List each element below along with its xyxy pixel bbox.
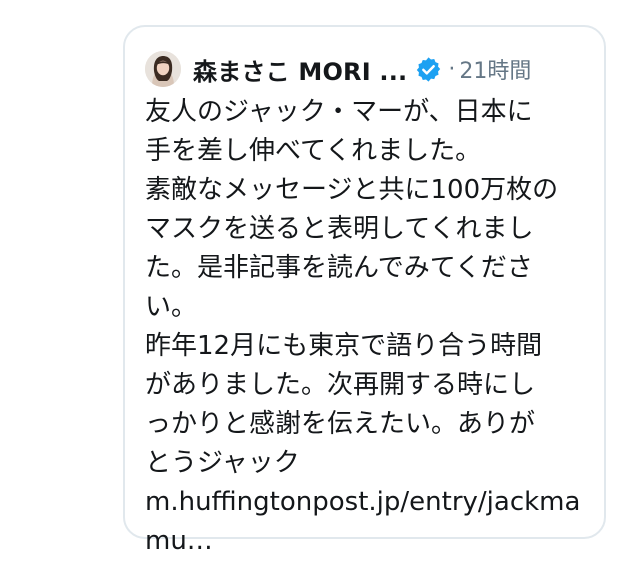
avatar[interactable] [145, 51, 181, 87]
tweet-link-line-2: mu… [145, 526, 213, 556]
tweet-body: 友人のジャック・マーが、日本に 手を差し伸べてくれました。 素敵なメッセージと共… [145, 93, 590, 561]
tweet-header: 森まさこ MORI ... · 21時間 [145, 47, 590, 91]
author-display-name[interactable]: 森まさこ MORI ... [193, 52, 407, 87]
meta-separator: · [448, 56, 456, 82]
verified-badge-icon [415, 56, 442, 83]
tweet-card[interactable]: 森まさこ MORI ... · 21時間 友人のジャック・マーが、日本に 手を差… [123, 25, 606, 556]
tweet-link-line-1: m.huffingtonpost.jp/entry/jackma [145, 487, 581, 517]
tweet-timestamp[interactable]: 21時間 [459, 53, 531, 85]
tweet-text: 友人のジャック・マーが、日本に 手を差し伸べてくれました。 素敵なメッセージと共… [145, 97, 559, 478]
tweet-link[interactable]: m.huffingtonpost.jp/entry/jackma mu… [145, 483, 590, 561]
profile-photo-icon [145, 51, 181, 87]
